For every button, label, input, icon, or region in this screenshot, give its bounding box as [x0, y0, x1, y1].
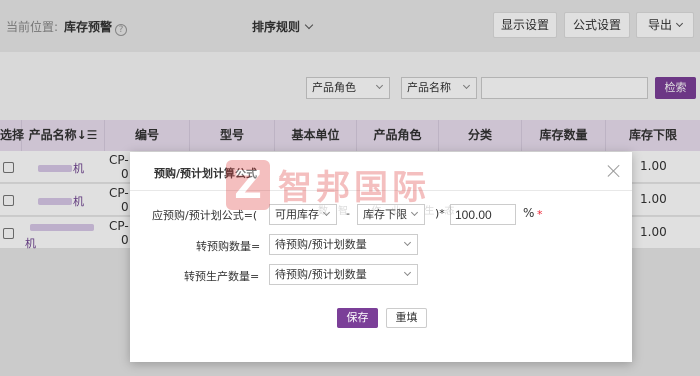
minus-sign: - — [346, 207, 350, 220]
purchase-qty-value: 待预购/预计划数量 — [275, 238, 367, 251]
percent-sign: % — [523, 206, 535, 220]
formula-label: 应预购/预计划公式=( — [152, 209, 258, 222]
formula-modal: 预购/预计划计算公式 应预购/预计划公式=( 可用库存 - 库存下限 )* % … — [130, 152, 632, 362]
chevron-down-icon — [403, 268, 412, 277]
purchase-qty-select[interactable]: 待预购/预计划数量 — [269, 234, 418, 255]
modal-title: 预购/预计划计算公式 — [154, 167, 258, 180]
formula-operand2-value: 库存下限 — [363, 208, 407, 221]
formula-operand2-select[interactable]: 库存下限 — [357, 204, 425, 225]
production-qty-value: 待预购/预计划数量 — [275, 268, 367, 281]
save-button[interactable]: 保存 — [337, 308, 378, 328]
modal-divider — [130, 190, 632, 191]
formula-operand1-value: 可用库存 — [275, 208, 319, 221]
required-mark: * — [537, 208, 543, 221]
production-qty-label: 转预生产数量= — [184, 270, 260, 283]
percent-input[interactable] — [450, 204, 516, 225]
close-paren-multiply: )* — [435, 207, 445, 220]
formula-operand1-select[interactable]: 可用库存 — [269, 204, 337, 225]
chevron-down-icon — [410, 208, 419, 217]
purchase-qty-label: 转预购数量= — [196, 240, 261, 253]
chevron-down-icon — [403, 238, 412, 247]
reset-button[interactable]: 重填 — [386, 308, 427, 328]
close-icon[interactable] — [607, 164, 621, 178]
chevron-down-icon — [322, 208, 331, 217]
production-qty-select[interactable]: 待预购/预计划数量 — [269, 264, 418, 285]
